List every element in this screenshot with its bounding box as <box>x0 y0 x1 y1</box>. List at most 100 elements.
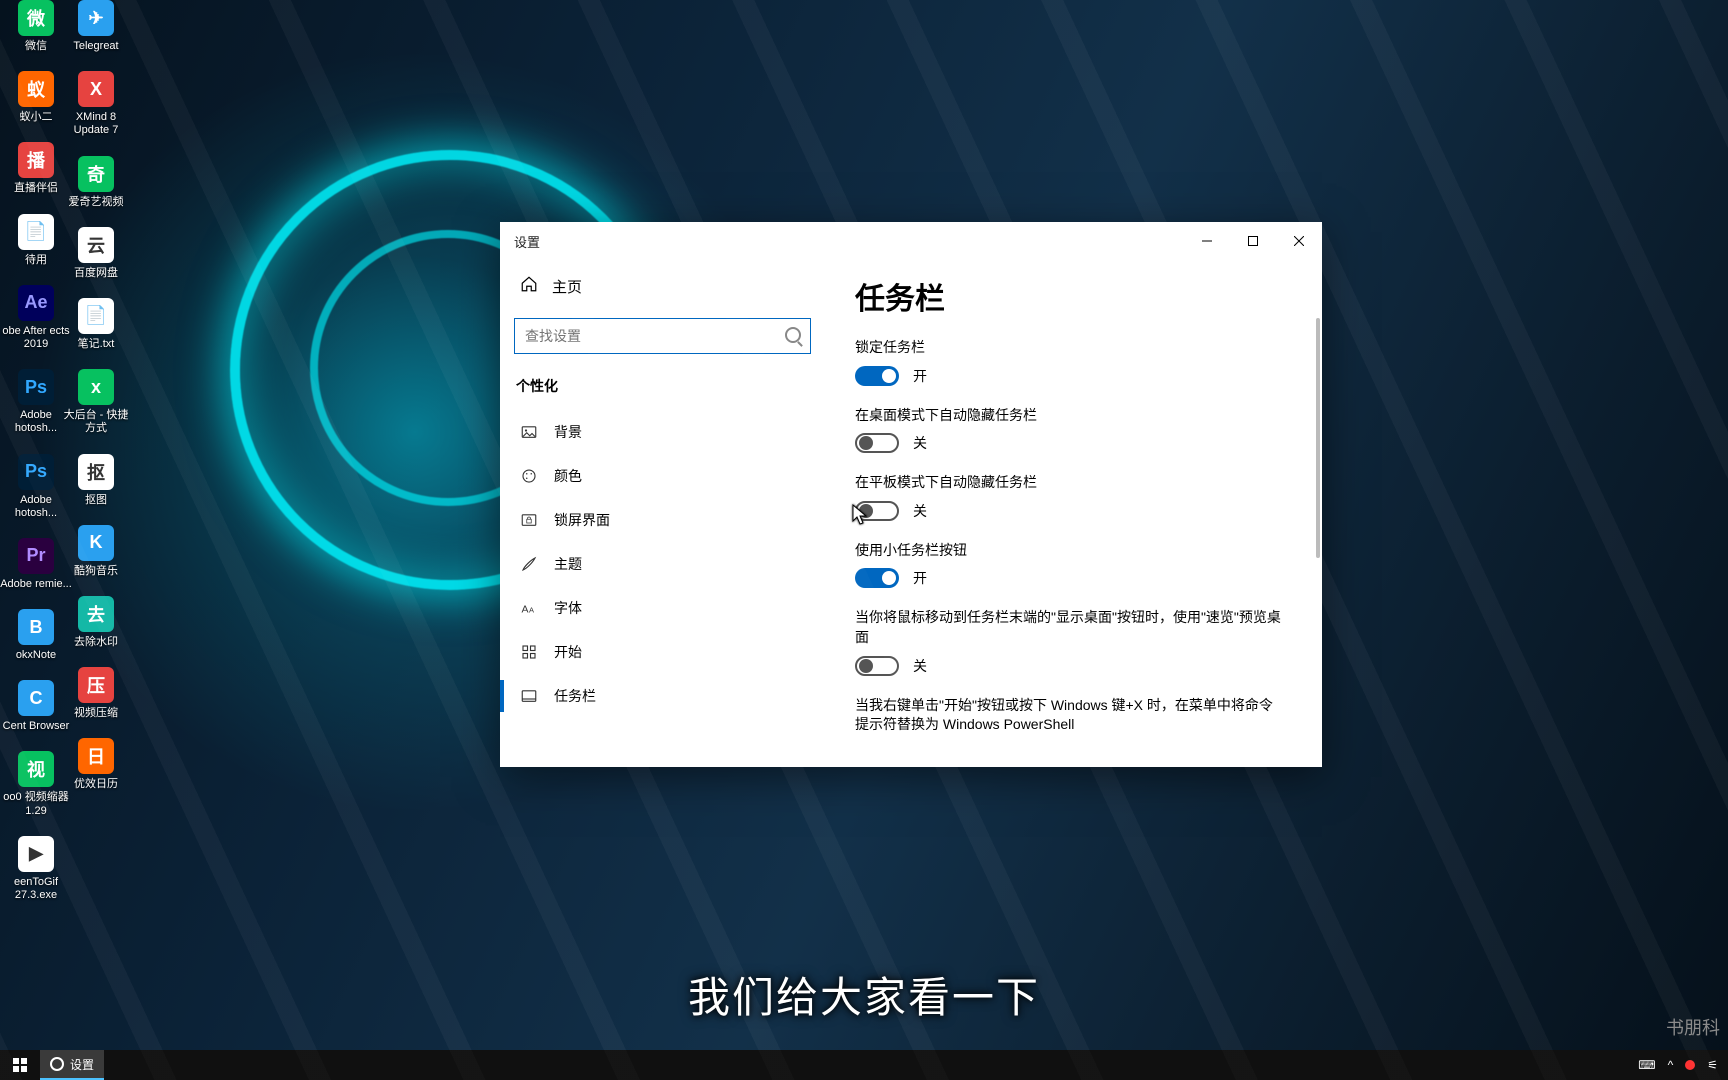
taskbar-item-label: 设置 <box>70 1056 94 1073</box>
desktop-icon[interactable]: ▶ eenToGif 27.3.exe <box>0 836 72 902</box>
toggle-switch[interactable] <box>855 366 899 386</box>
desktop-icon[interactable]: 抠抠图 <box>60 454 132 507</box>
desktop-icon[interactable]: XXMind 8 Update 7 <box>60 71 132 137</box>
icon-label: 百度网盘 <box>74 267 118 280</box>
desktop-icon[interactable]: x 大后台 - 快捷方式 <box>60 369 132 435</box>
close-button[interactable] <box>1276 222 1322 260</box>
icon-label: oo0 视频缩器 1.29 <box>0 791 72 817</box>
search-icon <box>785 327 801 343</box>
section-title: 个性化 <box>516 376 811 396</box>
sidebar-item-lock[interactable]: 锁屏界面 <box>514 498 811 542</box>
toggle-state: 开 <box>913 568 927 588</box>
gear-icon <box>50 1057 64 1071</box>
icon-label: Telegreat <box>73 40 118 53</box>
setting-row: 在桌面模式下自动隐藏任务栏 关 <box>855 406 1282 454</box>
taskbar[interactable]: 设置 ⌨ ^ ⚟ <box>0 1050 1728 1080</box>
icon-label: 优效日历 <box>74 778 118 791</box>
desktop-icon[interactable]: 云百度网盘 <box>60 227 132 280</box>
app-icon: 日 <box>78 738 114 774</box>
font-icon: AA <box>520 599 538 617</box>
page-title: 任务栏 <box>855 274 1282 318</box>
app-icon: 微 <box>18 0 54 36</box>
ime-icon[interactable]: ⌨ <box>1638 1058 1655 1072</box>
watermark: 书朋科 <box>1666 1014 1720 1040</box>
grid-icon <box>520 643 538 661</box>
picture-icon <box>520 423 538 441</box>
toggle-state: 关 <box>913 433 927 453</box>
brush-icon <box>520 555 538 573</box>
home-label: 主页 <box>552 276 582 297</box>
sidebar-item-picture[interactable]: 背景 <box>514 410 811 454</box>
desktop-icon[interactable]: 📄 笔记.txt <box>60 298 132 351</box>
desktop-icon[interactable]: 去去除水印 <box>60 596 132 649</box>
video-subtitle: 我们给大家看一下 <box>688 964 1040 1025</box>
sidebar-item-grid[interactable]: 开始 <box>514 630 811 674</box>
scrollbar-thumb[interactable] <box>1316 318 1320 558</box>
home-icon <box>520 275 538 297</box>
sidebar-item-label: 颜色 <box>554 466 582 486</box>
app-icon: Ps <box>18 454 54 490</box>
app-icon: K <box>78 525 114 561</box>
sidebar-item-font[interactable]: AA 字体 <box>514 586 811 630</box>
desktop-icon[interactable]: 日优效日历 <box>60 738 132 791</box>
home-nav[interactable]: 主页 <box>514 266 811 306</box>
maximize-button[interactable] <box>1230 222 1276 260</box>
palette-icon <box>520 467 538 485</box>
settings-content: 任务栏 锁定任务栏 开 在桌面模式下自动隐藏任务栏 关 在平板模式下自动隐藏任务… <box>825 260 1322 767</box>
icon-label: 抠图 <box>85 494 107 507</box>
icon-label: 大后台 - 快捷方式 <box>60 409 132 435</box>
lock-icon <box>520 511 538 529</box>
toggle-switch[interactable] <box>855 568 899 588</box>
setting-label: 锁定任务栏 <box>855 338 1282 358</box>
taskbar-icon <box>520 687 538 705</box>
toggle-switch[interactable] <box>855 656 899 676</box>
setting-row: 锁定任务栏 开 <box>855 338 1282 386</box>
app-icon: 奇 <box>78 156 114 192</box>
search-box[interactable] <box>514 318 811 354</box>
setting-label: 当你将鼠标移动到任务栏末端的"显示桌面"按钮时，使用"速览"预览桌面 <box>855 608 1282 647</box>
desktop-icon[interactable]: K 酷狗音乐 <box>60 525 132 578</box>
app-icon: x <box>78 369 114 405</box>
icon-label: 去除水印 <box>74 636 118 649</box>
windows-logo-icon <box>13 1058 27 1072</box>
app-icon: 抠 <box>78 454 114 490</box>
app-icon: ▶ <box>18 836 54 872</box>
setting-label: 在桌面模式下自动隐藏任务栏 <box>855 406 1282 426</box>
setting-label: 当我右键单击"开始"按钮或按下 Windows 键+X 时，在菜单中将命令提示符… <box>855 696 1282 735</box>
app-icon: 📄 <box>78 298 114 334</box>
minimize-button[interactable] <box>1184 222 1230 260</box>
toggle-switch[interactable] <box>855 433 899 453</box>
icon-label: 笔记.txt <box>78 338 115 351</box>
app-icon: B <box>18 609 54 645</box>
window-controls <box>1184 222 1322 260</box>
icon-label: 待用 <box>25 254 47 267</box>
sidebar-item-brush[interactable]: 主题 <box>514 542 811 586</box>
taskbar-item-settings[interactable]: 设置 <box>40 1050 104 1080</box>
desktop-icon[interactable]: 压视频压缩 <box>60 667 132 720</box>
toggle-state: 开 <box>913 366 927 386</box>
svg-text:A: A <box>529 606 534 615</box>
sidebar-item-taskbar[interactable]: 任务栏 <box>514 674 811 718</box>
desktop-icon[interactable]: ✈ Telegreat <box>60 0 132 53</box>
toggle-switch[interactable] <box>855 501 899 521</box>
wifi-icon[interactable]: ⚟ <box>1707 1058 1718 1072</box>
app-icon: 蚁 <box>18 71 54 107</box>
icon-label: eenToGif 27.3.exe <box>0 876 72 902</box>
icon-label: 视频压缩 <box>74 707 118 720</box>
sidebar-item-label: 任务栏 <box>554 686 596 706</box>
sidebar-item-label: 字体 <box>554 598 582 618</box>
sidebar-item-palette[interactable]: 颜色 <box>514 454 811 498</box>
svg-text:A: A <box>522 604 529 616</box>
setting-row: 当你将鼠标移动到任务栏末端的"显示桌面"按钮时，使用"速览"预览桌面 关 <box>855 608 1282 675</box>
chevron-up-icon[interactable]: ^ <box>1668 1058 1674 1072</box>
icon-label: 酷狗音乐 <box>74 565 118 578</box>
app-icon: Pr <box>18 538 54 574</box>
desktop-icon[interactable]: 奇爱奇艺视频 <box>60 156 132 209</box>
start-button[interactable] <box>0 1050 40 1080</box>
app-icon: X <box>78 71 114 107</box>
system-tray[interactable]: ⌨ ^ ⚟ <box>1628 1058 1728 1072</box>
search-input[interactable] <box>514 318 811 354</box>
app-icon: ✈ <box>78 0 114 36</box>
setting-label: 在平板模式下自动隐藏任务栏 <box>855 473 1282 493</box>
app-icon: 视 <box>18 751 54 787</box>
